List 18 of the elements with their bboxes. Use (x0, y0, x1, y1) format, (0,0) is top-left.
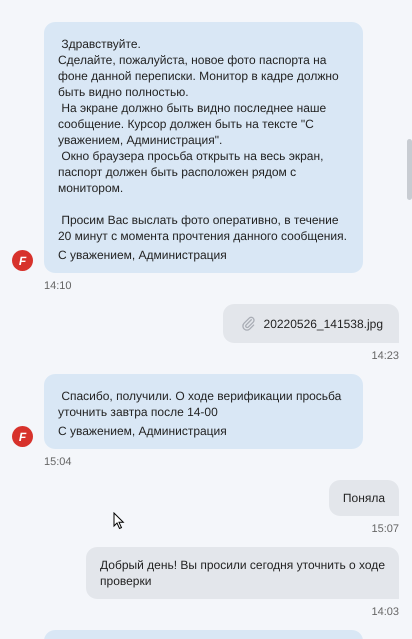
scrollbar-thumb[interactable] (407, 139, 412, 200)
message-signature: С уважением, Администрация (58, 247, 228, 263)
message-time: 14:10 (44, 280, 72, 293)
message-text: Здравствуйте. Сделайте, пожалуйста, новое фото паспорта на фоне данной переписки. Монитор в кадре должно быть видно полностью. На экране должно быть видно последнее наше сообщение. Курсор должен быть на тексте "С уважением, Администрация". Окно браузера просьба открыть на весь экран, паспорт должен быть расположен рядом с монитором. Просим Вас выслать фото оперативно, в течение 20 минут с момента прочтения данного сообщения. (58, 36, 348, 244)
cursor-icon (113, 512, 125, 530)
avatar-icon: F (12, 250, 33, 271)
message-time: 15:04 (44, 456, 72, 469)
avatar-icon: F (12, 426, 33, 447)
attachment-bubble[interactable]: 20220526_141538.jpg (222, 304, 399, 343)
message-text: Поняла (342, 490, 385, 506)
message-text: Добрый день! Вы просили сегодня уточнить о ходе проверки (100, 557, 385, 589)
message-time: 14:03 (371, 606, 399, 619)
paperclip-icon (240, 316, 256, 331)
message-time: 15:07 (371, 523, 399, 536)
message-signature: С уважением, Администрация (58, 423, 228, 439)
message-time: 14:23 (371, 350, 399, 363)
message-text: Спасибо, получили. О ходе верификации просьба уточнить завтра после 14-00 (58, 388, 342, 420)
file-name: 20220526_141538.jpg (264, 316, 383, 330)
